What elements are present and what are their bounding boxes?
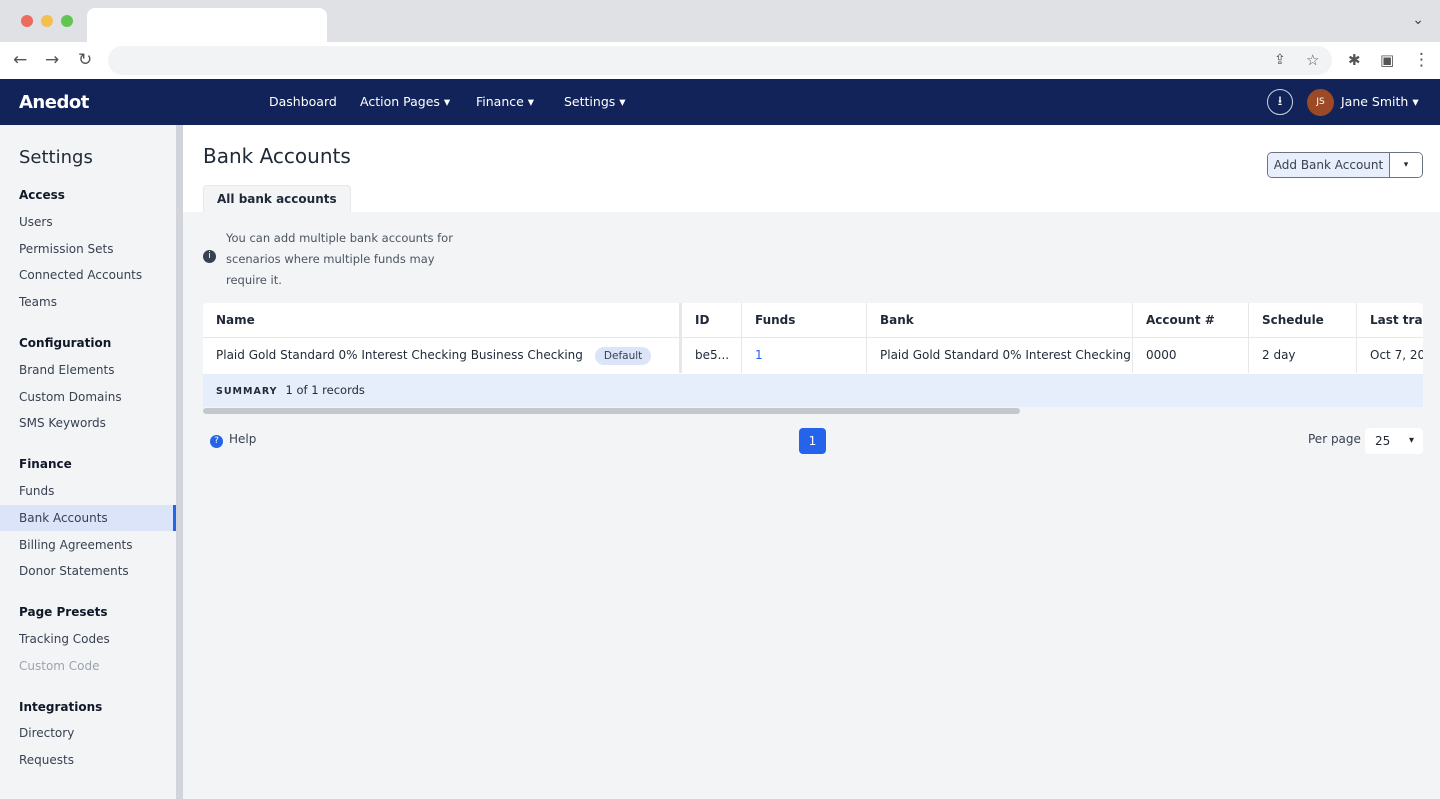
reload-icon[interactable]: ↻ <box>78 50 92 70</box>
avatar[interactable]: JS <box>1307 89 1334 116</box>
cell-id: be5... <box>682 338 742 373</box>
download-icon[interactable]: ⭳ <box>1267 89 1293 115</box>
browser-tab[interactable] <box>87 8 327 42</box>
page-title: Bank Accounts <box>203 144 351 168</box>
browser-menu-icon[interactable]: ⋮ <box>1413 50 1430 70</box>
sidebar-item-bank-accounts[interactable]: Bank Accounts <box>0 505 176 531</box>
star-icon[interactable]: ☆ <box>1306 50 1319 70</box>
cell-name: Plaid Gold Standard 0% Interest Checking… <box>203 338 682 373</box>
help-link[interactable]: ? Help <box>210 432 256 448</box>
address-bar[interactable]: ⇪ ☆ <box>108 46 1332 75</box>
cell-last-transaction: Oct 7, 2024 <box>1357 338 1423 373</box>
sidebar-item-tracking-codes[interactable]: Tracking Codes <box>0 626 176 652</box>
cell-bank: Plaid Gold Standard 0% Interest Checking <box>867 338 1133 373</box>
sidebar-item-sms-keywords[interactable]: SMS Keywords <box>0 410 176 436</box>
col-bank[interactable]: Bank <box>867 303 1133 337</box>
info-note: i You can add multiple bank accounts for… <box>203 228 453 291</box>
extensions-icon[interactable]: ✱ <box>1348 50 1361 70</box>
page-button-1[interactable]: 1 <box>799 428 826 454</box>
summary-label: SUMMARY <box>216 386 278 397</box>
side-panel-icon[interactable]: ▣ <box>1380 50 1394 70</box>
table-header-row: Name ID Funds Bank Account # Schedule La… <box>203 303 1423 338</box>
chevron-down-icon: ▾ <box>1409 428 1414 454</box>
nav-dashboard[interactable]: Dashboard <box>269 94 337 109</box>
summary-text: 1 of 1 records <box>286 383 365 397</box>
main-content: Bank Accounts All bank accounts Add Bank… <box>183 125 1440 799</box>
close-window-icon[interactable] <box>21 15 33 27</box>
default-badge: Default <box>595 347 651 365</box>
sidebar-section-integrations: Integrations <box>0 694 176 720</box>
sidebar-item-funds[interactable]: Funds <box>0 478 176 504</box>
cell-account: 0000 <box>1133 338 1249 373</box>
sidebar-section-page-presets: Page Presets <box>0 599 176 625</box>
share-icon[interactable]: ⇪ <box>1274 50 1286 70</box>
sidebar-section-configuration: Configuration <box>0 330 176 356</box>
col-funds[interactable]: Funds <box>742 303 867 337</box>
col-account[interactable]: Account # <box>1133 303 1249 337</box>
col-name[interactable]: Name <box>203 303 682 337</box>
per-page-value: 25 <box>1375 434 1390 448</box>
nav-settings[interactable]: Settings ▾ <box>564 94 626 109</box>
sidebar-item-brand-elements[interactable]: Brand Elements <box>0 357 176 383</box>
back-icon[interactable]: ← <box>13 50 27 70</box>
cell-schedule: 2 day <box>1249 338 1357 373</box>
minimize-window-icon[interactable] <box>41 15 53 27</box>
horizontal-scrollbar[interactable] <box>203 408 1020 414</box>
add-bank-account-button[interactable]: Add Bank Account <box>1268 153 1390 177</box>
bank-accounts-table: Name ID Funds Bank Account # Schedule La… <box>203 303 1423 374</box>
sidebar-item-connected-accounts[interactable]: Connected Accounts <box>0 262 176 288</box>
forward-icon[interactable]: → <box>45 50 59 70</box>
sidebar-item-permission-sets[interactable]: Permission Sets <box>0 236 176 262</box>
help-label: Help <box>229 432 256 446</box>
sidebar-section-access: Access <box>0 182 176 208</box>
sidebar-item-teams[interactable]: Teams <box>0 289 176 315</box>
settings-sidebar: Settings AccessUsersPermission SetsConne… <box>0 125 183 799</box>
col-last-transaction[interactable]: Last transaction <box>1357 303 1423 337</box>
top-nav: Anedot Dashboard Action Pages ▾ Finance … <box>0 79 1440 125</box>
per-page-label: Per page <box>1308 432 1361 446</box>
logo[interactable]: Anedot <box>19 92 89 113</box>
cell-funds-link[interactable]: 1 <box>742 338 867 373</box>
sidebar-item-custom-domains[interactable]: Custom Domains <box>0 384 176 410</box>
info-icon: i <box>203 250 216 263</box>
sidebar-item-custom-code[interactable]: Custom Code <box>0 653 176 679</box>
sidebar-item-directory[interactable]: Directory <box>0 720 176 746</box>
add-bank-account-split-button: Add Bank Account ▾ <box>1267 152 1423 178</box>
maximize-window-icon[interactable] <box>61 15 73 27</box>
sidebar-item-donor-statements[interactable]: Donor Statements <box>0 558 176 584</box>
table-row[interactable]: Plaid Gold Standard 0% Interest Checking… <box>203 338 1423 373</box>
user-menu[interactable]: Jane Smith ▾ <box>1341 94 1419 109</box>
sidebar-item-requests[interactable]: Requests <box>0 747 176 773</box>
table-summary: SUMMARY 1 of 1 records <box>203 374 1423 407</box>
sidebar-section-finance: Finance <box>0 451 176 477</box>
browser-toolbar: ← → ↻ ⇪ ☆ ✱ ▣ ⋮ <box>0 42 1440 79</box>
nav-finance[interactable]: Finance ▾ <box>476 94 534 109</box>
tab-search-icon[interactable]: ⌄ <box>1412 12 1424 28</box>
browser-tabstrip: ⌄ <box>0 0 1440 42</box>
col-schedule[interactable]: Schedule <box>1249 303 1357 337</box>
per-page-select[interactable]: 25 ▾ <box>1365 428 1423 454</box>
tab-all-bank-accounts[interactable]: All bank accounts <box>203 185 351 212</box>
account-name-link[interactable]: Plaid Gold Standard 0% Interest Checking… <box>216 348 583 362</box>
add-options-dropdown-button[interactable]: ▾ <box>1390 153 1422 177</box>
info-text: You can add multiple bank accounts for s… <box>226 231 453 287</box>
help-icon: ? <box>210 435 223 448</box>
col-id[interactable]: ID <box>682 303 742 337</box>
nav-action-pages[interactable]: Action Pages ▾ <box>360 94 450 109</box>
sidebar-title: Settings <box>19 147 93 168</box>
sidebar-item-billing-agreements[interactable]: Billing Agreements <box>0 532 176 558</box>
sidebar-item-users[interactable]: Users <box>0 209 176 235</box>
page-header: Bank Accounts All bank accounts Add Bank… <box>183 125 1440 212</box>
